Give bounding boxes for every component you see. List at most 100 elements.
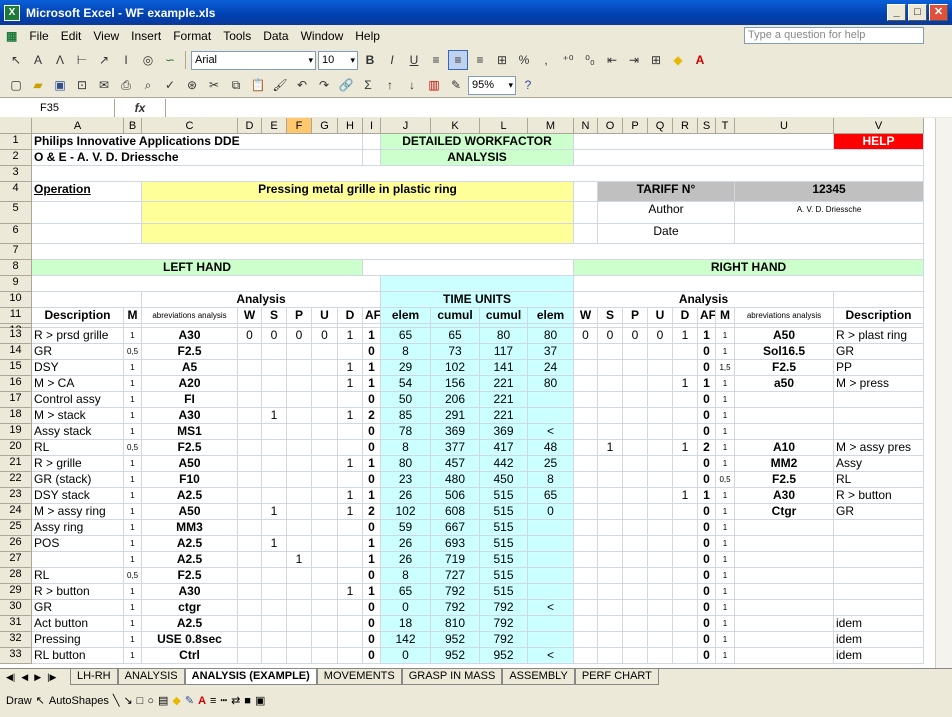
cell-c-23[interactable]: A2.5 <box>142 488 238 504</box>
cell-j-26[interactable]: 26 <box>381 536 431 552</box>
cell-m-24[interactable]: 0 <box>528 504 574 520</box>
cell-q-28[interactable] <box>648 568 673 584</box>
cell-p-24[interactable] <box>623 504 648 520</box>
cell-r-19[interactable] <box>673 424 698 440</box>
cell-l-19[interactable]: 369 <box>480 424 528 440</box>
cell-n-32[interactable] <box>574 632 598 648</box>
cell-f-30[interactable] <box>287 600 312 616</box>
cell-v-18[interactable] <box>834 408 924 424</box>
cell-q-22[interactable] <box>648 472 673 488</box>
column-header-i[interactable]: I <box>363 118 381 134</box>
cell-f-26[interactable] <box>287 536 312 552</box>
cell-c-31[interactable]: A2.5 <box>142 616 238 632</box>
cell-d-13[interactable]: 0 <box>238 328 262 344</box>
menu-file[interactable]: File <box>23 25 54 47</box>
cell-v-31[interactable]: idem <box>834 616 924 632</box>
cell-f-25[interactable] <box>287 520 312 536</box>
column-header-b[interactable]: B <box>124 118 142 134</box>
cell-f-24[interactable] <box>287 504 312 520</box>
cell-i-18[interactable]: 2 <box>363 408 381 424</box>
cell-k-22[interactable]: 480 <box>431 472 480 488</box>
operation-label[interactable]: Operation <box>32 182 142 202</box>
cell-f-31[interactable] <box>287 616 312 632</box>
cell-r-17[interactable] <box>673 392 698 408</box>
cell-a-27[interactable] <box>32 552 124 568</box>
cell-m-23[interactable]: 65 <box>528 488 574 504</box>
cell-g-18[interactable] <box>312 408 338 424</box>
cell-l-32[interactable]: 792 <box>480 632 528 648</box>
subheader-1[interactable]: M <box>124 308 142 324</box>
permission-icon[interactable]: ⊡ <box>72 75 92 95</box>
cell-i-26[interactable]: 1 <box>363 536 381 552</box>
subheader-3[interactable]: W <box>238 308 262 324</box>
cell-m-18[interactable] <box>528 408 574 424</box>
cell[interactable] <box>574 134 834 150</box>
cell-a-23[interactable]: DSY stack <box>32 488 124 504</box>
row-header[interactable]: 11 <box>0 308 32 324</box>
font-color-icon[interactable]: A <box>690 50 710 70</box>
column-header-t[interactable]: T <box>716 118 735 134</box>
title-line-1[interactable]: DETAILED WORKFACTOR <box>381 134 574 150</box>
cell-s-16[interactable]: 1 <box>698 376 716 392</box>
cell-p-32[interactable] <box>623 632 648 648</box>
cell-s-21[interactable]: 0 <box>698 456 716 472</box>
cell-l-13[interactable]: 80 <box>480 328 528 344</box>
cell-c-13[interactable]: A30 <box>142 328 238 344</box>
cell-q-24[interactable] <box>648 504 673 520</box>
cell-n-27[interactable] <box>574 552 598 568</box>
cell-d-18[interactable] <box>238 408 262 424</box>
cell-b-25[interactable]: 1 <box>124 520 142 536</box>
cell-l-29[interactable]: 515 <box>480 584 528 600</box>
help-search-input[interactable]: Type a question for help <box>744 27 924 44</box>
cell-r-14[interactable] <box>673 344 698 360</box>
cell-u-13[interactable]: A50 <box>735 328 834 344</box>
cell-j-28[interactable]: 8 <box>381 568 431 584</box>
cell-p-26[interactable] <box>623 536 648 552</box>
cell-v-15[interactable]: PP <box>834 360 924 376</box>
cell-u-16[interactable]: a50 <box>735 376 834 392</box>
borders-icon[interactable]: ⊞ <box>646 50 666 70</box>
oval-tool-icon[interactable]: ○ <box>147 695 154 707</box>
cell-h-31[interactable] <box>338 616 363 632</box>
first-sheet-icon[interactable]: ◀| <box>6 672 15 683</box>
cell[interactable] <box>142 202 574 224</box>
prev-sheet-icon[interactable]: ◀ <box>21 672 28 683</box>
cell-i-22[interactable]: 0 <box>363 472 381 488</box>
cell-j-25[interactable]: 59 <box>381 520 431 536</box>
cell-o-29[interactable] <box>598 584 623 600</box>
cell-n-17[interactable] <box>574 392 598 408</box>
cell-e-18[interactable]: 1 <box>262 408 287 424</box>
cell-d-20[interactable] <box>238 440 262 456</box>
cell-n-22[interactable] <box>574 472 598 488</box>
cell-j-29[interactable]: 65 <box>381 584 431 600</box>
cell-p-17[interactable] <box>623 392 648 408</box>
row-header[interactable]: 14 <box>0 344 32 360</box>
cell-q-17[interactable] <box>648 392 673 408</box>
cell-t-19[interactable]: 1 <box>716 424 735 440</box>
cell-b-28[interactable]: 0,5 <box>124 568 142 584</box>
cell-i-27[interactable]: 1 <box>363 552 381 568</box>
open-icon[interactable]: ▰ <box>28 75 48 95</box>
cell-b-29[interactable]: 1 <box>124 584 142 600</box>
cell[interactable] <box>32 276 381 292</box>
row-header[interactable]: 10 <box>0 292 32 308</box>
connector-icon[interactable]: ⊢ <box>72 50 92 70</box>
cell-e-32[interactable] <box>262 632 287 648</box>
cell-o-30[interactable] <box>598 600 623 616</box>
cell-c-20[interactable]: F2.5 <box>142 440 238 456</box>
cell-o-28[interactable] <box>598 568 623 584</box>
cell-j-17[interactable]: 50 <box>381 392 431 408</box>
cell-c-28[interactable]: F2.5 <box>142 568 238 584</box>
cell-o-20[interactable]: 1 <box>598 440 623 456</box>
cell-j-19[interactable]: 78 <box>381 424 431 440</box>
menu-data[interactable]: Data <box>257 25 294 47</box>
cell-u-21[interactable]: MM2 <box>735 456 834 472</box>
text-icon[interactable]: I <box>116 50 136 70</box>
row-header[interactable]: 24 <box>0 504 32 520</box>
cell-o-17[interactable] <box>598 392 623 408</box>
cell-r-18[interactable] <box>673 408 698 424</box>
cell-b-26[interactable]: 1 <box>124 536 142 552</box>
cell-d-28[interactable] <box>238 568 262 584</box>
cell-r-22[interactable] <box>673 472 698 488</box>
cell-e-21[interactable] <box>262 456 287 472</box>
